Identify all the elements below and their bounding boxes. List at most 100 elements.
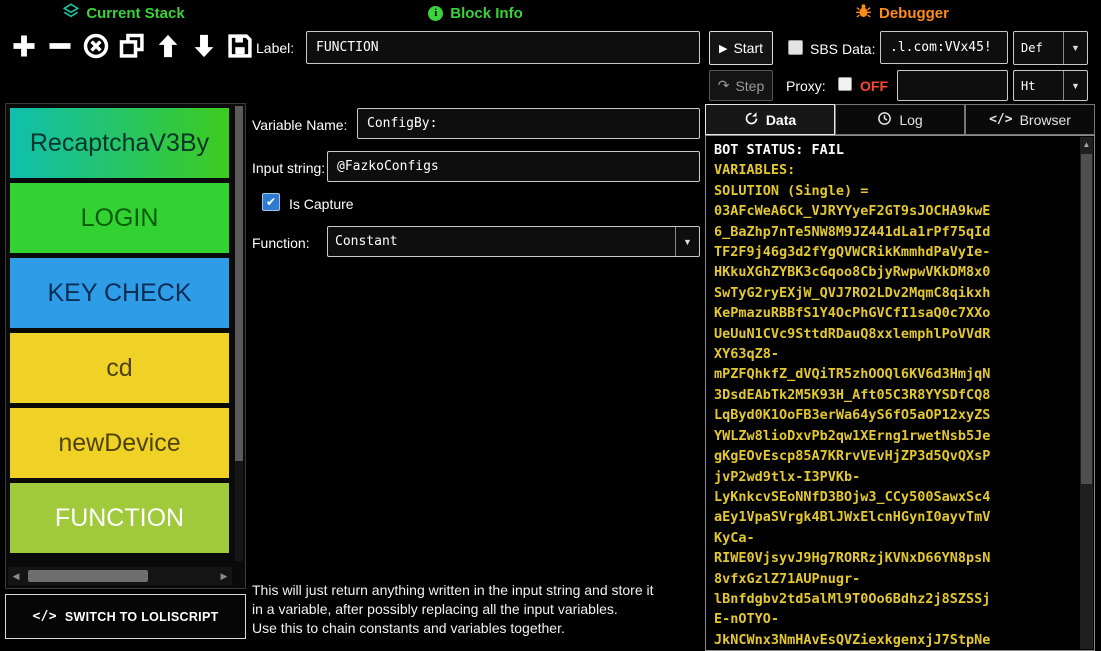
debugger-log-area[interactable]: BOT STATUS: FAILVARIABLES:SOLUTION (Sing…	[705, 135, 1095, 651]
log-line: aEy1VpaSVrgk4BlJWxElcnHGynI0ayvTmV	[714, 507, 1076, 527]
log-line: 03AFcWeA6Ck_VJRYYyeF2GT9sJOCHA9kwE	[714, 201, 1076, 221]
label-caption: Label:	[256, 40, 294, 56]
log-line: gKgEOvEscp85A7KRrvVEvHjZP3d5QvQXsP	[714, 446, 1076, 466]
sbs-label: SBS	[810, 41, 838, 57]
log-line: JkNCWnx3NmHAvEsQVZiexkgenxjJ7StpNe	[714, 630, 1076, 650]
remove-block-button[interactable]	[44, 28, 76, 64]
block-info-title: Block Info	[450, 5, 523, 22]
label-input[interactable]	[306, 31, 700, 64]
proxy-caption: Proxy:	[786, 78, 826, 94]
chevron-down-icon: ▼	[1064, 81, 1087, 91]
check-icon: ✔	[266, 195, 276, 209]
bug-icon	[855, 3, 872, 23]
log-line: YWLZw8lioDxvPb2qw1XErng1rwetNsb5Je	[714, 426, 1076, 446]
log-line: LqByd0K1OoFB3erWa64yS6fO5aOP12xyZS	[714, 405, 1076, 425]
move-up-button[interactable]	[152, 28, 184, 64]
stack-block[interactable]: RecaptchaV3By	[10, 108, 229, 178]
sbs-checkbox[interactable]	[788, 40, 803, 55]
play-icon: ▶	[719, 42, 727, 55]
stack-horizontal-scrollbar[interactable]: ◀ ▶	[8, 567, 232, 585]
wordlist-type-dropdown[interactable]: Def ▼	[1013, 31, 1088, 65]
log-line: HKkuXGhZYBK3cGqoo8CbjyRwpwVKkDM8x0	[714, 262, 1076, 282]
log-output: BOT STATUS: FAILVARIABLES:SOLUTION (Sing…	[714, 140, 1076, 650]
scrollbar-thumb[interactable]	[1081, 154, 1092, 484]
log-line: mPZFQhkfZ_dVQiTR5zhOOQl6KV6d3HmjqN	[714, 364, 1076, 384]
chevron-down-icon: ▼	[1064, 43, 1087, 53]
step-icon: ↷	[718, 77, 730, 94]
function-dropdown[interactable]: Constant ▼	[327, 226, 700, 257]
scroll-right-icon[interactable]: ▶	[216, 571, 232, 582]
refresh-icon	[744, 111, 759, 129]
move-down-button[interactable]	[188, 28, 220, 64]
info-icon: i	[428, 6, 443, 21]
tab-data[interactable]: Data	[705, 104, 835, 135]
log-line: 8vfxGzlZ71AUPnugr-	[714, 569, 1076, 589]
start-button[interactable]: ▶ Start	[709, 31, 773, 65]
input-string-label: Input string:	[252, 160, 325, 176]
data-input[interactable]	[880, 31, 1008, 64]
code-icon: </>	[32, 609, 56, 624]
current-stack-title: Current Stack	[86, 5, 184, 22]
scroll-left-icon[interactable]: ◀	[8, 571, 24, 582]
block-info-header: i Block Info	[248, 2, 703, 24]
clone-block-button[interactable]	[116, 28, 148, 64]
variable-name-input[interactable]	[357, 108, 700, 139]
log-line: LyKnkcvSEoNNfD3BOjw3_CCy500SawxSc4	[714, 487, 1076, 507]
stack-block[interactable]: KEY CHECK	[10, 258, 229, 328]
openbullet-window: Current Stack i Block Info Debugger Labe…	[0, 0, 1101, 651]
switch-to-loliscript-button[interactable]: </> SWITCH TO LOLISCRIPT	[5, 594, 246, 639]
log-line: 3DsdEAbTk2M5K93H_Aft05C3R8YYSDfCQ8	[714, 385, 1076, 405]
log-line: lBnfdgbv2td5alMl9T0Oo6Bdhz2j8SZSSj	[714, 589, 1076, 609]
log-line: KyCa-	[714, 528, 1076, 548]
scrollbar-thumb[interactable]	[28, 570, 148, 582]
proxy-checkbox[interactable]	[838, 77, 852, 91]
scrollbar-thumb[interactable]	[235, 106, 243, 461]
log-line: VARIABLES:	[714, 160, 1076, 180]
log-line: KePmazuRBBfS1Y4OcPhGVCfI1saQ0c7XXo	[714, 303, 1076, 323]
stack-icon	[63, 3, 79, 23]
proxy-input[interactable]	[897, 70, 1008, 101]
stack-list: RecaptchaV3ByLOGINKEY CHECKcdnewDeviceFU…	[6, 108, 245, 553]
scroll-up-icon[interactable]: ▲	[1080, 137, 1093, 152]
input-string-input[interactable]	[327, 151, 700, 182]
log-line: XY63qZ8-	[714, 344, 1076, 364]
debugger-header: Debugger	[703, 2, 1101, 24]
step-button[interactable]: ↷ Step	[709, 70, 773, 101]
log-line: E-nOTYO-	[714, 609, 1076, 629]
proxy-status: OFF	[860, 78, 888, 94]
function-label: Function:	[252, 235, 310, 251]
log-line: BOT STATUS: FAIL	[714, 140, 1076, 160]
stack-block[interactable]: cd	[10, 333, 229, 403]
history-icon	[877, 111, 892, 129]
variable-name-label: Variable Name:	[252, 117, 347, 133]
log-line: 6_BaZhp7nTe5NW8M9JZ441dLa1rPf75qId	[714, 222, 1076, 242]
log-line: RIWE0VjsyvJ9Hg7RORRzjKVNxD66YN8psN	[714, 548, 1076, 568]
log-line: SwTyG2ryEXjW_QVJ7RO2LDv2MqmC8qikxh	[714, 283, 1076, 303]
debugger-tabs: Data Log </> Browser	[705, 104, 1095, 135]
block-description: This will just return anything written i…	[252, 581, 704, 638]
add-block-button[interactable]	[8, 28, 40, 64]
stack-block[interactable]: newDevice	[10, 408, 229, 478]
stack-block[interactable]: FUNCTION	[10, 483, 229, 553]
code-icon: </>	[989, 112, 1012, 127]
log-line: UeUuN1CVc9SttdRDauQ8xxlemphlPoVVdR	[714, 324, 1076, 344]
disable-block-button[interactable]	[80, 28, 112, 64]
log-line: TF2F9j46g3d2fYgQVWCRikKmmhdPaVyIe-	[714, 242, 1076, 262]
is-capture-checkbox[interactable]: ✔	[262, 193, 280, 211]
stack-vertical-scrollbar[interactable]	[235, 106, 243, 561]
debugger-title: Debugger	[879, 5, 949, 22]
save-config-button[interactable]	[224, 28, 256, 64]
is-capture-label: Is Capture	[289, 196, 354, 212]
block-toolbar	[8, 28, 256, 64]
chevron-down-icon: ▼	[676, 237, 699, 247]
data-caption: Data:	[842, 41, 875, 57]
current-stack-header: Current Stack	[0, 2, 248, 24]
tab-browser[interactable]: </> Browser	[965, 104, 1095, 135]
log-line: jvP2wd9tlx-I3PVKb-	[714, 467, 1076, 487]
log-line: SOLUTION (Single) =	[714, 181, 1076, 201]
stack-panel: RecaptchaV3ByLOGINKEY CHECKcdnewDeviceFU…	[5, 103, 246, 589]
stack-block[interactable]: LOGIN	[10, 183, 229, 253]
tab-log[interactable]: Log	[835, 104, 965, 135]
proxy-type-dropdown[interactable]: Ht ▼	[1013, 70, 1088, 101]
log-scrollbar[interactable]: ▲	[1080, 137, 1093, 649]
